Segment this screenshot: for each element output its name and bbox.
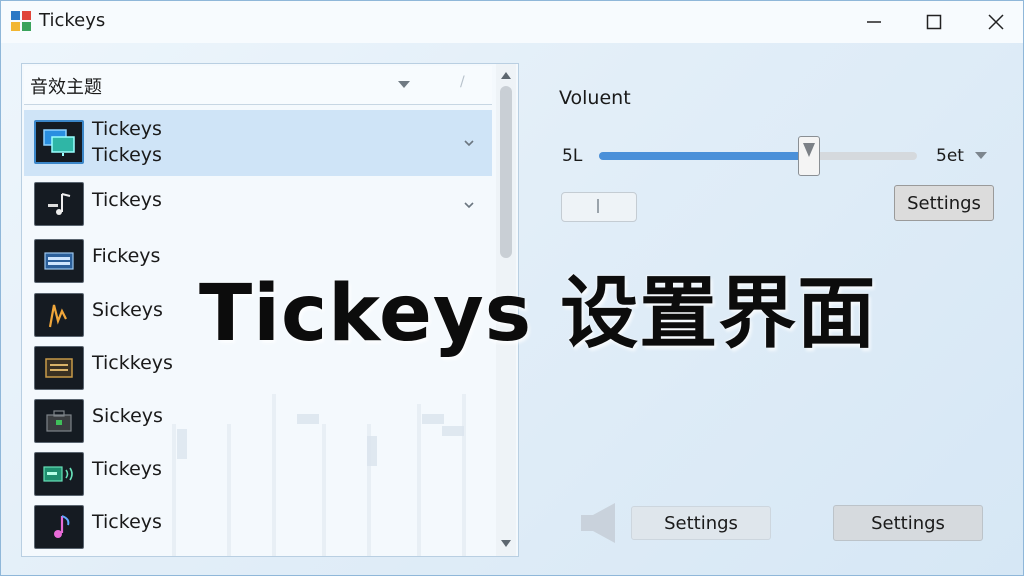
list-item[interactable]: Tickeys	[24, 500, 492, 552]
settings-button-secondary[interactable]: Settings	[631, 506, 771, 540]
scroll-down-icon[interactable]	[501, 540, 511, 547]
chevron-down-icon[interactable]	[464, 200, 474, 210]
text-cursor	[597, 199, 599, 213]
edit-icon[interactable]: /	[460, 74, 465, 90]
sound-theme-label: 音效主题	[30, 77, 102, 98]
volume-max-label: 5et	[936, 146, 964, 166]
speaker-icon[interactable]	[577, 499, 621, 547]
volume-label: Voluent	[559, 87, 631, 109]
settings-button-tertiary[interactable]: Settings	[833, 505, 983, 541]
briefcase-icon	[34, 399, 84, 443]
list-item[interactable]: Tickeys Tickeys	[24, 110, 492, 176]
list-item-label: Sickeys	[92, 405, 163, 427]
window-title: Tickeys	[39, 10, 106, 31]
music-note-icon	[34, 182, 84, 226]
minimize-icon	[867, 21, 881, 23]
list-item-label: Sickeys	[92, 299, 163, 321]
title-bar: Tickeys	[1, 1, 1023, 43]
list-item-sublabel: Tickeys	[92, 144, 162, 166]
list-item[interactable]: Sickeys	[24, 394, 492, 446]
sound-theme-dropdown[interactable]: 音效主题 /	[24, 66, 492, 105]
volume-slider-track[interactable]	[599, 152, 917, 160]
scroll-up-icon[interactable]	[501, 72, 511, 79]
list-item[interactable]: Tickeys	[24, 178, 492, 230]
close-icon	[988, 14, 1004, 30]
app-grid-icon	[11, 11, 31, 31]
chevron-down-icon[interactable]	[464, 138, 474, 148]
list-item-label: Fickeys	[92, 245, 161, 267]
list-item-label: Tickkeys	[92, 352, 173, 374]
music-note-pink-icon	[34, 505, 84, 549]
volume-slider-thumb[interactable]	[797, 136, 820, 176]
volume-slider-fill	[599, 152, 809, 160]
chevron-down-icon	[398, 81, 410, 88]
wave-icon	[34, 293, 84, 337]
list-item-label: Tickeys	[92, 118, 162, 140]
keyboard-icon	[34, 239, 84, 283]
close-button[interactable]	[973, 7, 1019, 37]
list-item[interactable]: Tickeys	[24, 447, 492, 499]
minimize-button[interactable]	[851, 7, 897, 37]
maximize-button[interactable]	[911, 7, 957, 37]
list-item-label: Tickeys	[92, 189, 162, 211]
speaker-device-icon	[34, 452, 84, 496]
settings-button[interactable]: Settings	[894, 185, 994, 221]
typewriter-icon	[34, 346, 84, 390]
value-field[interactable]	[561, 192, 637, 222]
scrollbar-thumb[interactable]	[500, 86, 512, 258]
app-window: Tickeys 音效主题 / Tickeys Tickeys Tickeys F…	[0, 0, 1024, 576]
monitor-icon	[34, 120, 84, 164]
maximize-icon	[926, 14, 942, 30]
slider-thumb-arrow-icon	[802, 143, 815, 157]
chevron-down-icon[interactable]	[975, 152, 987, 159]
list-item-label: Tickeys	[92, 458, 162, 480]
volume-min-label: 5L	[562, 146, 583, 166]
list-item-label: Tickeys	[92, 511, 162, 533]
overlay-title: Tickeys 设置界面	[199, 269, 877, 359]
